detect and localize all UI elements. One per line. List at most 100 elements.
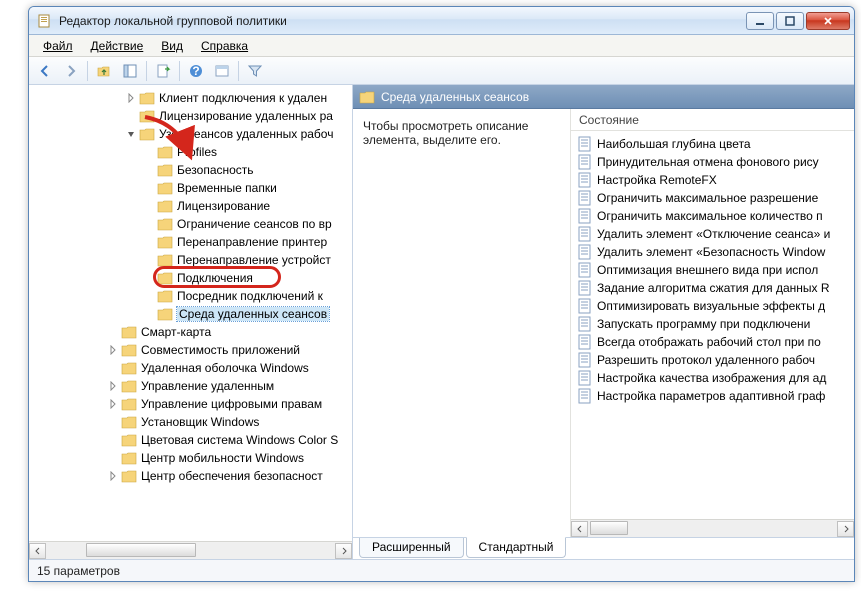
close-button[interactable] [806,12,850,30]
scroll-track[interactable] [588,521,837,537]
tab-extended[interactable]: Расширенный [359,538,464,558]
list-item[interactable]: Наибольшая глубина цвета [571,135,854,153]
list-item-label: Задание алгоритма сжатия для данных R [597,281,830,295]
expand-icon[interactable] [143,218,155,230]
scroll-right-button[interactable] [837,521,854,537]
list-item[interactable]: Настройка качества изображения для ад [571,369,854,387]
menu-view[interactable]: Вид [153,37,191,55]
scroll-thumb[interactable] [590,521,628,535]
forward-button[interactable] [59,59,83,83]
column-header-state[interactable]: Состояние [571,109,854,131]
scroll-track[interactable] [46,543,335,559]
tree-item[interactable]: Управление удаленным [29,377,352,395]
tree-item[interactable]: Перенаправление устройст [29,251,352,269]
expand-icon[interactable] [143,146,155,158]
details-title: Среда удаленных сеансов [381,90,529,104]
tree-item[interactable]: Лицензирование удаленных ра [29,107,352,125]
expand-icon[interactable] [125,128,137,140]
tree-item[interactable]: Клиент подключения к удален [29,89,352,107]
menu-help[interactable]: Справка [193,37,256,55]
toolbar: ? [29,57,854,85]
tree-item[interactable]: Подключения [29,269,352,287]
minimize-button[interactable] [746,12,774,30]
tree-item[interactable]: Узел сеансов удаленных рабоч [29,125,352,143]
gpedit-window: Редактор локальной групповой политики Фа… [28,6,855,582]
list-scrollbar[interactable] [571,519,854,537]
expand-icon[interactable] [107,452,119,464]
tree[interactable]: Клиент подключения к удаленЛицензировани… [29,85,352,541]
list-item[interactable]: Настройка RemoteFX [571,171,854,189]
list-item[interactable]: Удалить элемент «Отключение сеанса» и [571,225,854,243]
expand-icon[interactable] [143,254,155,266]
expand-icon[interactable] [125,110,137,122]
list-item[interactable]: Удалить элемент «Безопасность Window [571,243,854,261]
list-item[interactable]: Задание алгоритма сжатия для данных R [571,279,854,297]
tree-item[interactable]: Среда удаленных сеансов [29,305,352,323]
tree-item[interactable]: Смарт-карта [29,323,352,341]
list-item[interactable]: Всегда отображать рабочий стол при по [571,333,854,351]
up-button[interactable] [92,59,116,83]
expand-icon[interactable] [143,236,155,248]
list-item[interactable]: Оптимизация внешнего вида при испол [571,261,854,279]
list-item-label: Оптимизировать визуальные эффекты д [597,299,825,313]
show-hide-tree-button[interactable] [118,59,142,83]
menu-file[interactable]: Файл [35,37,81,55]
expand-icon[interactable] [107,434,119,446]
expand-icon[interactable] [143,308,155,320]
separator [87,61,88,81]
expand-icon[interactable] [107,380,119,392]
tree-item[interactable]: Центр мобильности Windows [29,449,352,467]
expand-icon[interactable] [107,416,119,428]
expand-icon[interactable] [107,344,119,356]
list-item[interactable]: Запускать программу при подключени [571,315,854,333]
scroll-right-button[interactable] [335,543,352,559]
expand-icon[interactable] [107,470,119,482]
tab-standard[interactable]: Стандартный [466,537,567,558]
policy-list-wrap: Состояние Наибольшая глубина цветаПринуд… [571,109,854,537]
list-item[interactable]: Принудительная отмена фонового рису [571,153,854,171]
expand-icon[interactable] [143,164,155,176]
scroll-left-button[interactable] [571,521,588,537]
expand-icon[interactable] [107,326,119,338]
menu-action[interactable]: Действие [83,37,152,55]
expand-icon[interactable] [125,92,137,104]
tree-item[interactable]: Безопасность [29,161,352,179]
expand-icon[interactable] [143,290,155,302]
help-button[interactable]: ? [184,59,208,83]
export-button[interactable] [151,59,175,83]
titlebar: Редактор локальной групповой политики [29,7,854,35]
list-item[interactable]: Оптимизировать визуальные эффекты д [571,297,854,315]
list-item[interactable]: Ограничить максимальное разрешение [571,189,854,207]
tree-item[interactable]: Лицензирование [29,197,352,215]
expand-icon[interactable] [143,200,155,212]
tree-item[interactable]: Центр обеспечения безопасност [29,467,352,485]
tree-item[interactable]: Перенаправление принтер [29,233,352,251]
scroll-thumb[interactable] [86,543,196,557]
expand-icon[interactable] [143,272,155,284]
separator [179,61,180,81]
properties-button[interactable] [210,59,234,83]
tree-item[interactable]: Совместимость приложений [29,341,352,359]
policy-list[interactable]: Наибольшая глубина цветаПринудительная о… [571,131,854,519]
tree-item[interactable]: Цветовая система Windows Color S [29,431,352,449]
list-item[interactable]: Разрешить протокол удаленного рабоч [571,351,854,369]
expand-icon[interactable] [143,182,155,194]
tree-item[interactable]: Временные папки [29,179,352,197]
scroll-left-button[interactable] [29,543,46,559]
tree-item[interactable]: Удаленная оболочка Windows [29,359,352,377]
list-item[interactable]: Ограничить максимальное количество п [571,207,854,225]
maximize-button[interactable] [776,12,804,30]
tree-item[interactable]: Profiles [29,143,352,161]
expand-icon[interactable] [107,362,119,374]
tree-scrollbar[interactable] [29,541,352,559]
tree-item-label: Временные папки [177,181,277,195]
tree-item[interactable]: Управление цифровыми правам [29,395,352,413]
list-item[interactable]: Настройка параметров адаптивной граф [571,387,854,405]
filter-button[interactable] [243,59,267,83]
tree-item[interactable]: Ограничение сеансов по вр [29,215,352,233]
tree-item[interactable]: Посредник подключений к [29,287,352,305]
tree-item[interactable]: Установщик Windows [29,413,352,431]
back-button[interactable] [33,59,57,83]
expand-icon[interactable] [107,398,119,410]
tree-item-label: Лицензирование [177,199,270,213]
